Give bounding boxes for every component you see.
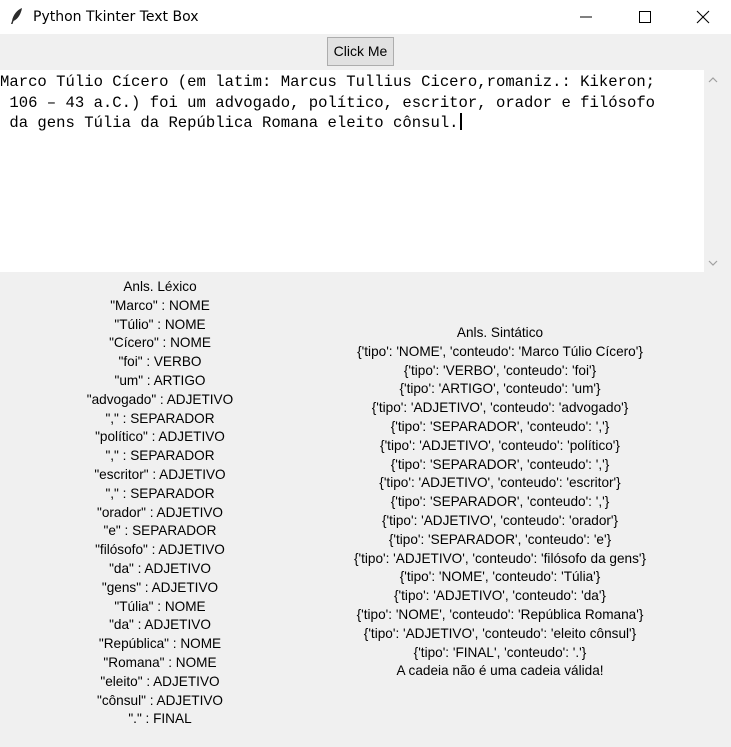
syntactic-token-row: {'tipo': 'ADJETIVO', 'conteudo': 'escrit… bbox=[379, 475, 621, 491]
lexical-token-row: "," : SEPARADOR bbox=[105, 485, 215, 501]
syntactic-token-row: {'tipo': 'SEPARADOR', 'conteudo': 'e'} bbox=[388, 531, 612, 547]
lexical-token-row: "," : SEPARADOR bbox=[105, 448, 215, 464]
lexical-token-row: "foi" : VERBO bbox=[118, 354, 202, 370]
syntactic-token-row: {'tipo': 'NOME', 'conteudo': 'Túlia'} bbox=[399, 569, 601, 585]
close-button[interactable] bbox=[674, 0, 731, 34]
title-bar: Python Tkinter Text Box bbox=[0, 0, 731, 34]
syntactic-token-row: {'tipo': 'ADJETIVO', 'conteudo': 'orador… bbox=[381, 512, 619, 528]
lexical-token-row: "político" : ADJETIVO bbox=[95, 429, 225, 445]
lexical-token-row: "filósofo" : ADJETIVO bbox=[95, 542, 225, 558]
lexical-analysis-title: Anls. Léxico bbox=[123, 279, 197, 294]
lexical-token-row: "eleito" : ADJETIVO bbox=[100, 673, 220, 689]
window-title: Python Tkinter Text Box bbox=[33, 9, 199, 25]
syntactic-token-row: {'tipo': 'FINAL', 'conteudo': '.'} bbox=[413, 644, 587, 660]
syntactic-token-row: {'tipo': 'ARTIGO', 'conteudo': 'um'} bbox=[399, 381, 601, 397]
lexical-token-row: "Marco" : NOME bbox=[110, 297, 210, 313]
scroll-up-icon[interactable] bbox=[708, 76, 718, 84]
lexical-token-row: "da" : ADJETIVO bbox=[109, 560, 211, 576]
lexical-token-row: "cônsul" : ADJETIVO bbox=[97, 692, 223, 708]
scroll-down-icon[interactable] bbox=[708, 259, 718, 267]
syntactic-token-row: {'tipo': 'ADJETIVO', 'conteudo': 'advoga… bbox=[371, 400, 629, 416]
syntactic-token-row: {'tipo': 'ADJETIVO', 'conteudo': 'eleito… bbox=[363, 625, 637, 641]
lexical-token-row: "um" : ARTIGO bbox=[114, 372, 206, 388]
minimize-icon bbox=[580, 16, 592, 18]
feather-icon bbox=[11, 8, 22, 24]
syntactic-token-row: {'tipo': 'ADJETIVO', 'conteudo': 'filóso… bbox=[353, 550, 647, 566]
syntactic-token-row: {'tipo': 'NOME', 'conteudo': 'Marco Túli… bbox=[357, 343, 643, 359]
syntactic-token-row: {'tipo': 'NOME', 'conteudo': 'República … bbox=[356, 606, 644, 622]
syntactic-token-row: {'tipo': 'SEPARADOR', 'conteudo': ','} bbox=[390, 418, 610, 434]
lexical-token-row: "Túlio" : NOME bbox=[114, 316, 206, 332]
text-line: 106 – 43 a.C.) foi um advogado, político… bbox=[0, 93, 656, 112]
text-input-area[interactable]: Marco Túlio Cícero (em latim: Marcus Tul… bbox=[0, 70, 704, 272]
text-line-content: da gens Túlia da República Romana eleito… bbox=[0, 114, 459, 132]
text-line: da gens Túlia da República Romana eleito… bbox=[0, 113, 462, 134]
text-line: Marco Túlio Cícero (em latim: Marcus Tul… bbox=[0, 73, 656, 91]
syntactic-analysis-title: Anls. Sintático bbox=[456, 325, 544, 340]
maximize-button[interactable] bbox=[616, 0, 674, 34]
maximize-icon bbox=[639, 11, 651, 23]
syntactic-analysis-panel: Anls. Sintático {'tipo': 'NOME', 'conteu… bbox=[310, 324, 690, 681]
click-me-button[interactable]: Click Me bbox=[327, 37, 394, 66]
lexical-token-row: "gens" : ADJETIVO bbox=[101, 579, 219, 595]
lexical-token-row: "Túlia" : NOME bbox=[114, 598, 206, 614]
minimize-button[interactable] bbox=[557, 0, 615, 34]
syntactic-token-row: {'tipo': 'SEPARADOR', 'conteudo': ','} bbox=[390, 456, 610, 472]
vertical-scrollbar[interactable] bbox=[704, 70, 721, 272]
lexical-token-row: "." : FINAL bbox=[128, 711, 192, 727]
lexical-token-row: "advogado" : ADJETIVO bbox=[86, 391, 234, 407]
close-icon bbox=[696, 10, 710, 24]
lexical-token-row: "orador" : ADJETIVO bbox=[97, 504, 223, 520]
syntactic-token-row: {'tipo': 'VERBO', 'conteudo': 'foi'} bbox=[403, 362, 597, 378]
lexical-token-row: "escritor" : ADJETIVO bbox=[94, 466, 226, 482]
syntactic-token-row: {'tipo': 'ADJETIVO', 'conteudo': 'da'} bbox=[394, 588, 606, 604]
syntactic-token-row: {'tipo': 'ADJETIVO', 'conteudo': 'políti… bbox=[380, 437, 620, 453]
lexical-token-row: "Romana" : NOME bbox=[103, 654, 217, 670]
lexical-token-row: "," : SEPARADOR bbox=[105, 410, 215, 426]
lexical-token-row: "e" : SEPARADOR bbox=[103, 523, 217, 539]
syntactic-token-row: {'tipo': 'SEPARADOR', 'conteudo': ','} bbox=[390, 494, 610, 510]
text-caret bbox=[459, 113, 462, 130]
lexical-token-row: "Cícero" : NOME bbox=[109, 335, 211, 351]
lexical-analysis-panel: Anls. Léxico "Marco" : NOME "Túlio" : NOM… bbox=[40, 278, 280, 729]
validation-result: A cadeia não é uma cadeia válida! bbox=[396, 663, 604, 679]
lexical-token-row: "da" : ADJETIVO bbox=[109, 617, 211, 633]
lexical-token-row: "República" : NOME bbox=[98, 636, 222, 652]
